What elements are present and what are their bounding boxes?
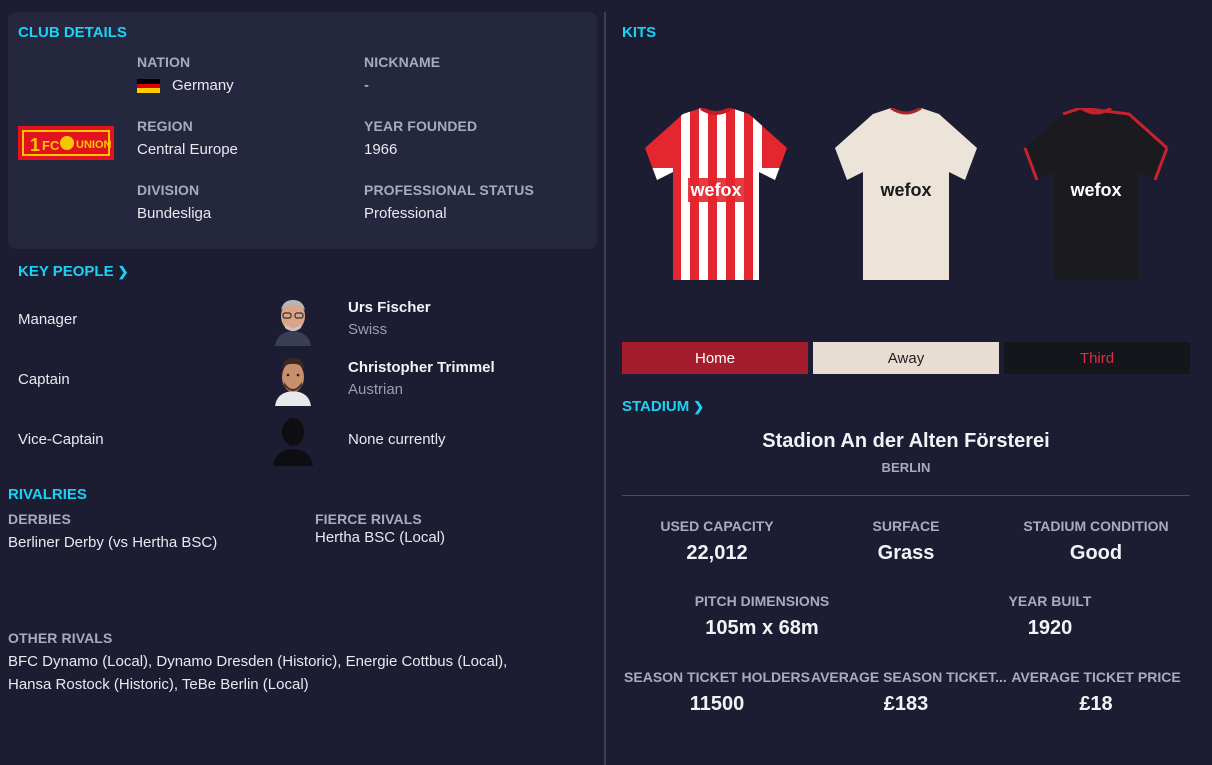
derbies-label: DERBIES <box>8 511 71 527</box>
fierce-rivals-value: Hertha BSC (Local) <box>315 529 446 546</box>
vice-captain-name: None currently <box>348 431 446 448</box>
svg-text:FC: FC <box>42 138 60 153</box>
vice-captain-placeholder-avatar <box>269 412 317 466</box>
surface-value: Grass <box>877 542 935 564</box>
region-value: Central Europe <box>137 141 238 158</box>
other-rivals-line-2: Hansa Rostock (Historic), TeBe Berlin (L… <box>8 676 309 693</box>
year-built-label: YEAR BUILT <box>1008 593 1092 609</box>
nickname-value: - <box>364 77 369 94</box>
club-details-heading: CLUB DETAILS <box>18 24 127 41</box>
nation-value: Germany <box>137 77 234 94</box>
year-built-value: 1920 <box>1027 617 1073 639</box>
kit-tab-home[interactable]: Home <box>622 342 808 374</box>
division-label: DIVISION <box>137 182 200 198</box>
manager-name[interactable]: Urs Fischer <box>348 299 431 316</box>
nation-label: NATION <box>137 54 191 70</box>
svg-text:1: 1 <box>30 135 40 155</box>
home-kit-shirt: wefox <box>643 106 789 289</box>
year-founded-label: YEAR FOUNDED <box>364 118 478 134</box>
captain-nationality: Austrian <box>348 381 404 398</box>
region-label: REGION <box>137 118 193 134</box>
pitch-dimensions-label: PITCH DIMENSIONS <box>694 593 830 609</box>
key-people-heading: KEY PEOPLE <box>18 263 114 280</box>
away-sponsor-text: wefox <box>879 180 931 200</box>
chevron-right-icon: ❯ <box>117 264 129 279</box>
other-rivals-line-1: BFC Dynamo (Local), Dynamo Dresden (Hist… <box>8 653 508 670</box>
captain-name[interactable]: Christopher Trimmel <box>348 359 495 376</box>
used-capacity-value: 22,012 <box>686 542 748 564</box>
manager-nationality: Swiss <box>348 321 388 338</box>
svg-text:UNION: UNION <box>76 139 112 151</box>
average-ticket-price-label: AVERAGE TICKET PRICE <box>1011 669 1181 685</box>
stadium-city: BERLIN <box>881 460 931 475</box>
club-badge-logo: 1 FC UNION <box>18 124 114 162</box>
year-founded-value: 1966 <box>364 141 398 158</box>
home-sponsor-text: wefox <box>689 180 741 200</box>
fierce-rivals-label: FIERCE RIVALS <box>315 511 422 527</box>
stadium-condition-label: STADIUM CONDITION <box>1023 518 1169 534</box>
season-ticket-holders-value: 11500 <box>689 693 745 715</box>
manager-avatar[interactable] <box>269 292 317 346</box>
professional-status-label: PROFESSIONAL STATUS <box>364 182 534 198</box>
division-value: Bundesliga <box>137 205 212 222</box>
average-season-ticket-value: £183 <box>883 693 929 715</box>
kit-tab-away[interactable]: Away <box>813 342 999 374</box>
stadium-condition-value: Good <box>1069 542 1123 564</box>
stadium-divider <box>622 495 1190 496</box>
derbies-value: Berliner Derby (vs Hertha BSC) <box>8 534 218 551</box>
third-sponsor-text: wefox <box>1069 180 1121 200</box>
away-kit-shirt: wefox <box>833 106 979 289</box>
professional-status-value: Professional <box>364 205 447 222</box>
third-kit-shirt: wefox <box>1023 106 1169 289</box>
other-rivals-label: OTHER RIVALS <box>8 630 113 646</box>
used-capacity-label: USED CAPACITY <box>660 518 774 534</box>
germany-flag-icon <box>137 79 160 93</box>
panel-divider <box>604 12 606 765</box>
chevron-right-icon: ❯ <box>693 399 705 414</box>
stadium-name: Stadion An der Alten Försterei <box>762 430 1050 452</box>
pitch-dimensions-value: 105m x 68m <box>705 617 819 639</box>
stadium-heading: STADIUM <box>622 398 690 415</box>
captain-avatar[interactable] <box>269 352 317 406</box>
average-season-ticket-label: AVERAGE SEASON TICKET... <box>811 669 1007 685</box>
nation-text: Germany <box>172 77 234 94</box>
kits-heading: KITS <box>622 24 657 41</box>
role-manager: Manager <box>18 311 78 328</box>
rivalries-heading: RIVALRIES <box>8 486 87 503</box>
season-ticket-holders-label: SEASON TICKET HOLDERS <box>624 669 810 685</box>
average-ticket-price-value: £18 <box>1079 693 1113 715</box>
role-vice-captain: Vice-Captain <box>18 431 104 448</box>
role-captain: Captain <box>18 371 70 388</box>
surface-label: SURFACE <box>872 518 940 534</box>
key-people-link[interactable]: KEY PEOPLE ❯ <box>18 263 129 280</box>
kit-tab-third[interactable]: Third <box>1004 342 1190 374</box>
nickname-label: NICKNAME <box>364 54 441 70</box>
stadium-link[interactable]: STADIUM ❯ <box>622 398 704 415</box>
